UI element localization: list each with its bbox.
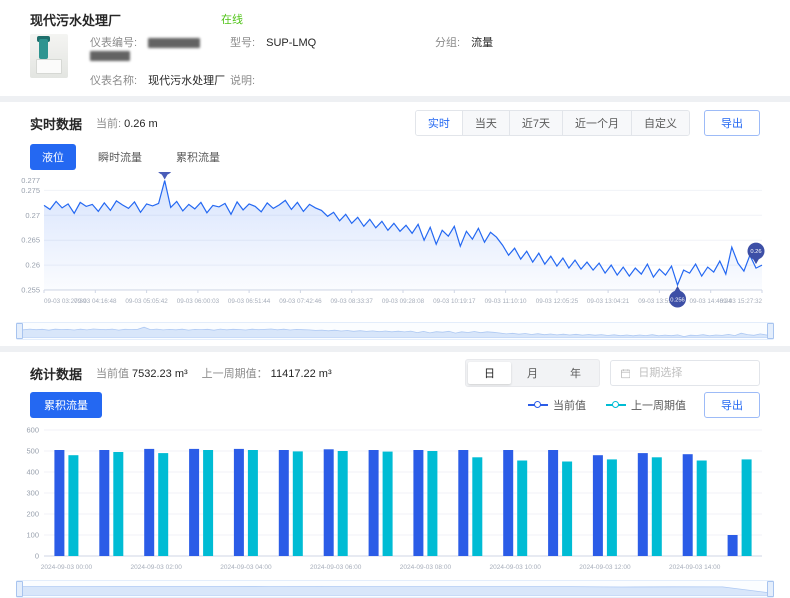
bar-chart[interactable]: 0 100 200 300 400 500 600 2024-09-03 00:00 2024-… [14, 420, 776, 578]
device-fields: 仪表编号: 型号: SUP-LMQ 分组: 流量 仪表名称: 现代污水处理厂 说… [90, 34, 493, 88]
redacted-value [148, 38, 200, 48]
device-photo [30, 34, 68, 78]
svg-text:0.265: 0.265 [21, 236, 40, 245]
svg-text:09-03 04:16:48: 09-03 04:16:48 [74, 298, 117, 305]
realtime-section: 实时数据 当前:0.26 m 实时当天近7天近一个月自定义 导出 液位瞬时流量累… [0, 102, 790, 340]
model-label: 型号: [230, 37, 255, 49]
legend-item[interactable]: 当前值 [528, 397, 586, 413]
svg-text:2024-09-03 10:00: 2024-09-03 10:00 [490, 564, 542, 571]
status-badge: 在线 [221, 11, 243, 27]
svg-text:500: 500 [26, 447, 39, 456]
stats-section: 统计数据 当前值7532.23 m³ 上一周期值：11417.22 m³ 日月年… [0, 352, 790, 598]
current-label: 当前: [96, 118, 121, 130]
line-chart[interactable]: 0.2550.260.2650.270.2750.27709-03 03:27:… [14, 172, 776, 320]
model-value: SUP-LMQ [266, 37, 316, 49]
svg-text:09-03 05:05:42: 09-03 05:05:42 [125, 298, 168, 305]
svg-text:09-03 06:00:03: 09-03 06:00:03 [177, 298, 220, 305]
stat-current-label: 当前值 [96, 368, 129, 380]
group-label: 分组: [435, 37, 460, 49]
redacted-value [90, 51, 130, 61]
range-button-实时[interactable]: 实时 [416, 111, 463, 135]
time-range-group: 实时当天近7天近一个月自定义 [415, 110, 690, 136]
svg-text:2024-09-03 00:00: 2024-09-03 00:00 [41, 564, 93, 571]
svg-text:09-03 08:33:37: 09-03 08:33:37 [331, 298, 374, 305]
datazoom-preview [17, 582, 773, 596]
device-name-label: 仪表名称: [90, 75, 137, 87]
period-button-月[interactable]: 月 [511, 362, 554, 384]
svg-text:09-03 07:42:46: 09-03 07:42:46 [279, 298, 322, 305]
svg-text:300: 300 [26, 489, 39, 498]
svg-text:2024-09-03 02:00: 2024-09-03 02:00 [131, 564, 183, 571]
period-segmented-control: 日月年 [465, 359, 600, 387]
svg-text:09-03 12:05:25: 09-03 12:05:25 [536, 298, 579, 305]
range-button-当天[interactable]: 当天 [463, 111, 510, 135]
realtime-title: 实时数据 [30, 114, 82, 133]
svg-text:600: 600 [26, 426, 39, 435]
chart-legend: 当前值 上一周期值 [528, 397, 686, 413]
datazoom-right-handle[interactable] [767, 581, 774, 597]
calendar-icon [621, 368, 630, 379]
group-value: 流量 [471, 37, 493, 49]
svg-text:09-03 06:51:44: 09-03 06:51:44 [228, 298, 271, 305]
range-button-近一个月[interactable]: 近一个月 [563, 111, 632, 135]
meter-no-label: 仪表编号: [90, 37, 137, 49]
svg-text:200: 200 [26, 510, 39, 519]
range-button-自定义[interactable]: 自定义 [632, 111, 689, 135]
svg-text:0.27: 0.27 [25, 211, 40, 220]
datazoom-right-handle[interactable] [767, 323, 774, 339]
svg-text:0: 0 [35, 552, 39, 561]
svg-text:0.256: 0.256 [670, 298, 685, 304]
legend-marker-icon [528, 401, 548, 410]
tab-瞬时流量[interactable]: 瞬时流量 [86, 144, 154, 170]
svg-text:09-03 11:10:10: 09-03 11:10:10 [485, 298, 527, 305]
svg-text:2024-09-03 04:00: 2024-09-03 04:00 [220, 564, 272, 571]
date-picker[interactable] [610, 360, 760, 386]
period-button-日[interactable]: 日 [468, 362, 511, 384]
datazoom-preview [17, 324, 773, 338]
current-value: 0.26 m [124, 118, 158, 130]
datazoom-left-handle[interactable] [16, 323, 23, 339]
svg-text:100: 100 [26, 531, 39, 540]
legend-marker-icon [606, 401, 626, 410]
tab-累积流量[interactable]: 累积流量 [164, 144, 232, 170]
datazoom-left-handle[interactable] [16, 581, 23, 597]
line-chart-datazoom-slider[interactable] [16, 322, 774, 340]
svg-text:400: 400 [26, 468, 39, 477]
period-button-年[interactable]: 年 [554, 362, 597, 384]
stats-export-button[interactable]: 导出 [704, 392, 760, 418]
legend-label: 上一周期值 [631, 397, 686, 413]
device-header-card: 现代污水处理厂 在线 仪表编号: 型号: SUP-LMQ 分组: 流量 仪表名 [0, 0, 790, 96]
stat-current-value: 7532.23 m³ [132, 368, 188, 380]
bar-chart-datazoom-slider[interactable] [16, 580, 774, 598]
svg-text:0.277: 0.277 [21, 176, 40, 185]
svg-text:0.26: 0.26 [25, 261, 40, 270]
svg-text:2024-09-03 12:00: 2024-09-03 12:00 [579, 564, 631, 571]
tab-液位[interactable]: 液位 [30, 144, 76, 170]
cumulative-flow-button[interactable]: 累积流量 [30, 392, 102, 418]
svg-text:0.26: 0.26 [750, 249, 761, 255]
svg-text:0.275: 0.275 [21, 186, 40, 195]
svg-text:09-03 13:04:21: 09-03 13:04:21 [587, 298, 630, 305]
svg-text:0.255: 0.255 [21, 286, 40, 295]
stat-prev-value: 11417.22 m³ [271, 368, 332, 380]
range-button-近7天[interactable]: 近7天 [510, 111, 563, 135]
svg-text:09-03 15:27:32: 09-03 15:27:32 [720, 298, 763, 305]
svg-text:09-03 10:19:17: 09-03 10:19:17 [433, 298, 476, 305]
stats-title: 统计数据 [30, 364, 82, 383]
metric-tabs: 液位瞬时流量累积流量 [0, 136, 790, 170]
remark-label: 说明: [230, 75, 255, 87]
export-button[interactable]: 导出 [704, 110, 760, 136]
svg-text:09-03 09:28:08: 09-03 09:28:08 [382, 298, 425, 305]
legend-item[interactable]: 上一周期值 [606, 397, 686, 413]
stat-prev-label: 上一周期值： [202, 368, 268, 380]
svg-text:2024-09-03 06:00: 2024-09-03 06:00 [310, 564, 362, 571]
svg-text:2024-09-03 14:00: 2024-09-03 14:00 [669, 564, 721, 571]
legend-label: 当前值 [553, 397, 586, 413]
date-picker-input[interactable] [636, 366, 749, 380]
page-title: 现代污水处理厂 [30, 10, 121, 29]
svg-text:2024-09-03 08:00: 2024-09-03 08:00 [400, 564, 452, 571]
device-name-value: 现代污水处理厂 [148, 75, 225, 87]
